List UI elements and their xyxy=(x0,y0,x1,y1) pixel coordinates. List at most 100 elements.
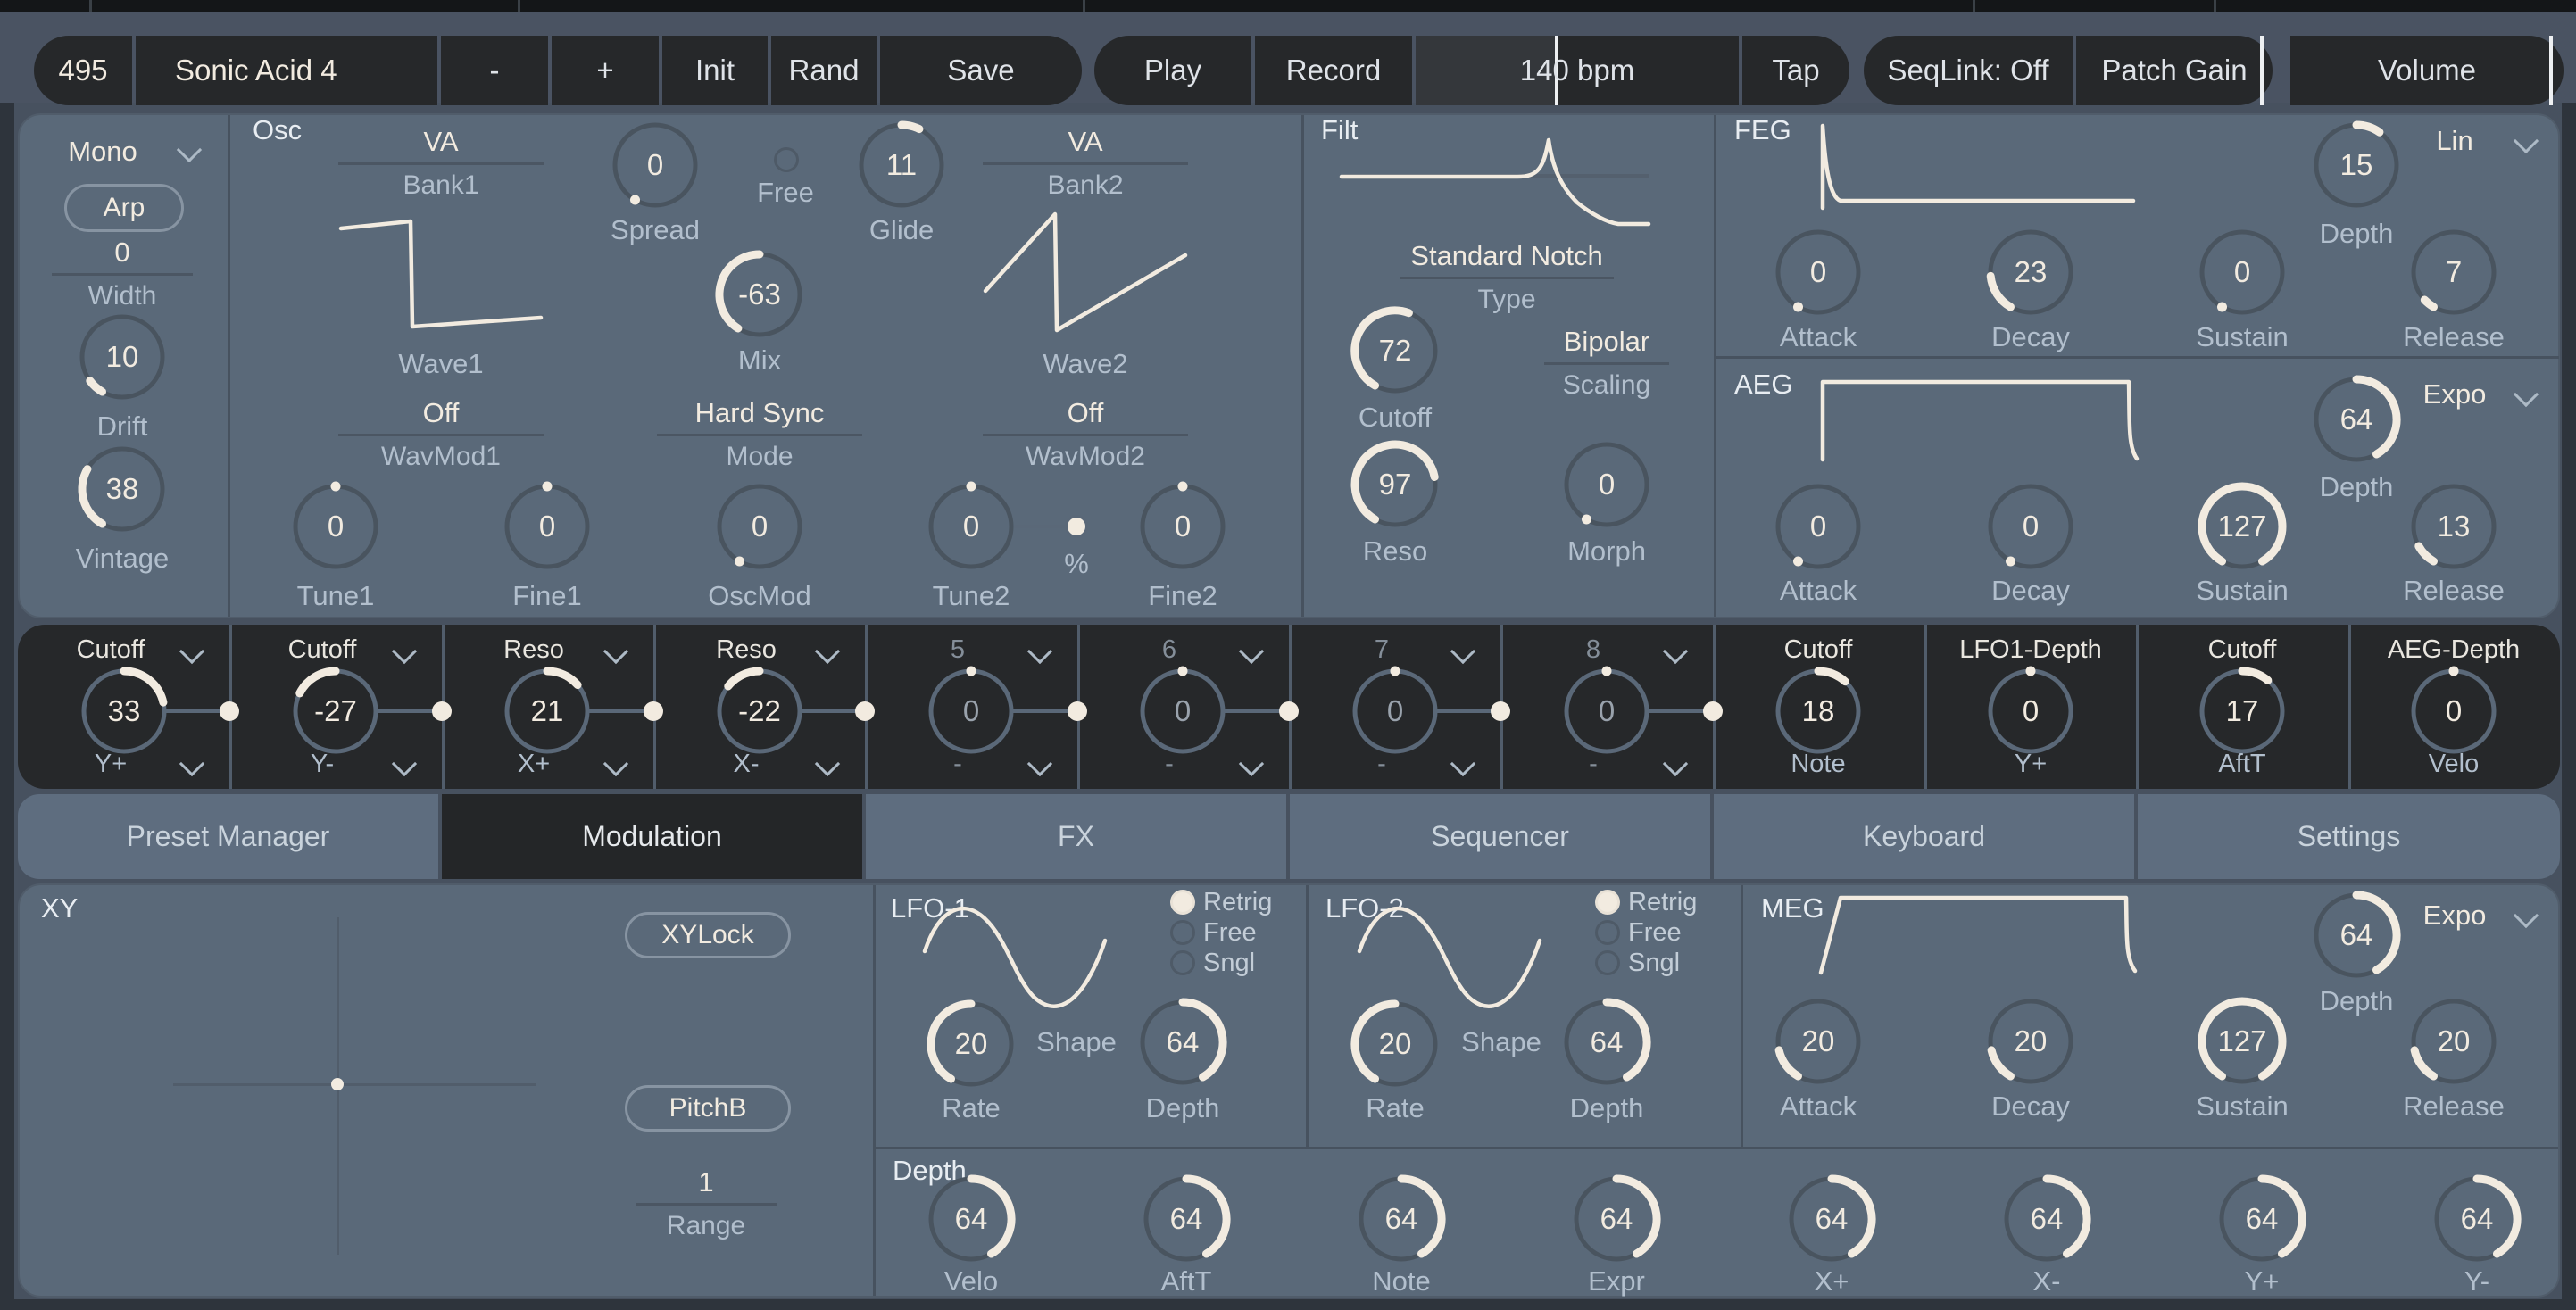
depth-yminus-knob[interactable]: 64 xyxy=(2427,1169,2527,1269)
reso-knob[interactable]: 97 xyxy=(1345,435,1445,535)
cutoff-knob[interactable]: 72 xyxy=(1345,301,1445,401)
preset-name-field[interactable]: Sonic Acid 4 xyxy=(136,36,437,105)
xy-cursor-dot[interactable] xyxy=(331,1078,344,1090)
tab-settings[interactable]: Settings xyxy=(2138,794,2560,879)
meg-decay-knob[interactable]: 20 xyxy=(1981,991,2081,1091)
save-button[interactable]: Save xyxy=(880,36,1082,105)
xy-pad[interactable] xyxy=(32,901,603,1276)
xylock-toggle[interactable]: XYLock xyxy=(625,912,791,958)
tune1-knob[interactable]: 0 xyxy=(286,477,386,576)
record-button[interactable]: Record xyxy=(1255,36,1412,105)
sync-mode-value[interactable]: Hard Sync xyxy=(657,396,862,430)
lfo2-shape-label[interactable]: Shape xyxy=(1430,1026,1573,1058)
mod-slot-amount-knob[interactable]: -22 xyxy=(710,661,810,761)
depth-velo-knob[interactable]: 64 xyxy=(921,1169,1021,1269)
mod-slot-amount-knob[interactable]: 0 xyxy=(921,661,1021,761)
mod-slot-source-select[interactable]: Y- xyxy=(233,750,411,779)
mod-slot-dot[interactable] xyxy=(220,701,239,721)
mod-slot-amount-knob[interactable]: -27 xyxy=(286,661,386,761)
fine2-knob[interactable]: 0 xyxy=(1133,477,1233,576)
osc1-bank-select[interactable]: VA Bank1 xyxy=(338,125,544,201)
mod-slot-dot[interactable] xyxy=(855,701,875,721)
sync-mode-select[interactable]: Hard Sync Mode xyxy=(657,396,862,472)
rand-button[interactable]: Rand xyxy=(771,36,877,105)
mix-knob[interactable]: -63 xyxy=(710,245,810,344)
mod-slot-source-select[interactable]: Y+ xyxy=(21,750,200,779)
meg-attack-knob[interactable]: 20 xyxy=(1768,991,1868,1091)
wave1-display[interactable] xyxy=(334,202,548,336)
mod-slot-dot[interactable] xyxy=(1068,701,1087,721)
tap-button[interactable]: Tap xyxy=(1742,36,1849,105)
meg-release-knob[interactable]: 20 xyxy=(2404,991,2504,1091)
feg-release-knob[interactable]: 7 xyxy=(2404,222,2504,322)
lfo2-free-radio[interactable] xyxy=(1595,920,1620,945)
lfo1-sngl-radio[interactable] xyxy=(1170,950,1195,975)
vintage-knob[interactable]: 38 xyxy=(72,439,172,539)
aeg-decay-knob[interactable]: 0 xyxy=(1981,477,2081,576)
mod-slot-amount-knob[interactable]: 0 xyxy=(1345,661,1445,761)
aeg-attack-knob[interactable]: 0 xyxy=(1768,477,1868,576)
mod-slot-source-select[interactable]: X- xyxy=(657,750,835,779)
wave2-display[interactable] xyxy=(978,202,1192,336)
aeg-slope-select[interactable]: Expo xyxy=(2401,378,2508,410)
lfo2-depth-knob[interactable]: 64 xyxy=(1557,992,1657,1092)
mod-slot-source-select[interactable]: - xyxy=(868,750,1047,779)
pitchb-toggle[interactable]: PitchB xyxy=(625,1085,791,1132)
lfo1-depth-knob[interactable]: 64 xyxy=(1133,992,1233,1092)
mod-slot-amount-knob[interactable]: 33 xyxy=(74,661,174,761)
preset-next-button[interactable]: + xyxy=(552,36,659,105)
lfo2-retrig-radio[interactable] xyxy=(1595,890,1620,915)
tab-preset-manager[interactable]: Preset Manager xyxy=(18,794,438,879)
voice-mode-select[interactable]: Mono xyxy=(36,136,170,168)
width-value[interactable]: 0 xyxy=(52,236,193,269)
volume-cursor[interactable] xyxy=(2549,36,2553,105)
xy-range-field[interactable]: 1 Range xyxy=(636,1165,777,1241)
lfo1-shape-label[interactable]: Shape xyxy=(1005,1026,1148,1058)
meg-sustain-knob[interactable]: 127 xyxy=(2192,991,2292,1091)
lfo1-free-radio[interactable] xyxy=(1170,920,1195,945)
osc1-bank-value[interactable]: VA xyxy=(338,125,544,159)
arp-toggle[interactable]: Arp xyxy=(64,184,184,232)
drift-knob[interactable]: 10 xyxy=(72,307,172,407)
patch-gain-cursor[interactable] xyxy=(2260,36,2264,105)
glide-knob[interactable]: 11 xyxy=(852,115,951,215)
wavmod1-select[interactable]: Off WavMod1 xyxy=(338,396,544,472)
mod-slot-dot[interactable] xyxy=(644,701,663,721)
wavmod1-value[interactable]: Off xyxy=(338,396,544,430)
filter-type-value[interactable]: Standard Notch xyxy=(1400,239,1614,273)
preset-prev-button[interactable]: - xyxy=(441,36,548,105)
scaling-value[interactable]: Bipolar xyxy=(1544,325,1669,359)
depth-expr-knob[interactable]: 64 xyxy=(1566,1169,1666,1269)
feg-sustain-knob[interactable]: 0 xyxy=(2192,222,2292,322)
feg-decay-knob[interactable]: 23 xyxy=(1981,222,2081,322)
volume-slider[interactable]: Volume xyxy=(2290,36,2564,105)
preset-number[interactable]: 495 xyxy=(34,36,132,105)
play-button[interactable]: Play xyxy=(1094,36,1251,105)
mod-slot-amount-knob[interactable]: 0 xyxy=(1133,661,1233,761)
depth-xminus-knob[interactable]: 64 xyxy=(1997,1169,2097,1269)
mod-slot-amount-knob[interactable]: 0 xyxy=(1557,661,1657,761)
mod-slot-amount-knob[interactable]: 17 xyxy=(2192,661,2292,761)
mod-slot-source-select[interactable]: - xyxy=(1292,750,1471,779)
mod-slot-source-select[interactable]: X+ xyxy=(445,750,623,779)
osc2-bank-value[interactable]: VA xyxy=(983,125,1188,159)
osc2-bank-select[interactable]: VA Bank2 xyxy=(983,125,1188,201)
xy-range-value[interactable]: 1 xyxy=(636,1165,777,1199)
lfo2-sngl-radio[interactable] xyxy=(1595,950,1620,975)
scaling-select[interactable]: Bipolar Scaling xyxy=(1544,325,1669,401)
wavmod2-select[interactable]: Off WavMod2 xyxy=(983,396,1188,472)
feg-attack-knob[interactable]: 0 xyxy=(1768,222,1868,322)
depth-aftt-knob[interactable]: 64 xyxy=(1136,1169,1236,1269)
depth-xplus-knob[interactable]: 64 xyxy=(1782,1169,1882,1269)
init-button[interactable]: Init xyxy=(662,36,768,105)
depth-yplus-knob[interactable]: 64 xyxy=(2212,1169,2312,1269)
lfo1-retrig-radio[interactable] xyxy=(1170,890,1195,915)
patch-gain-slider[interactable]: Patch Gain xyxy=(2076,36,2273,105)
meg-depth-knob[interactable]: 64 xyxy=(2306,885,2406,985)
mod-slot-source-select[interactable]: - xyxy=(1504,750,1683,779)
mod-slot-dot[interactable] xyxy=(1279,701,1299,721)
aeg-sustain-knob[interactable]: 127 xyxy=(2192,477,2292,576)
spread-knob[interactable]: 0 xyxy=(605,115,705,215)
mod-slot-dot[interactable] xyxy=(1703,701,1723,721)
tab-fx[interactable]: FX xyxy=(866,794,1286,879)
